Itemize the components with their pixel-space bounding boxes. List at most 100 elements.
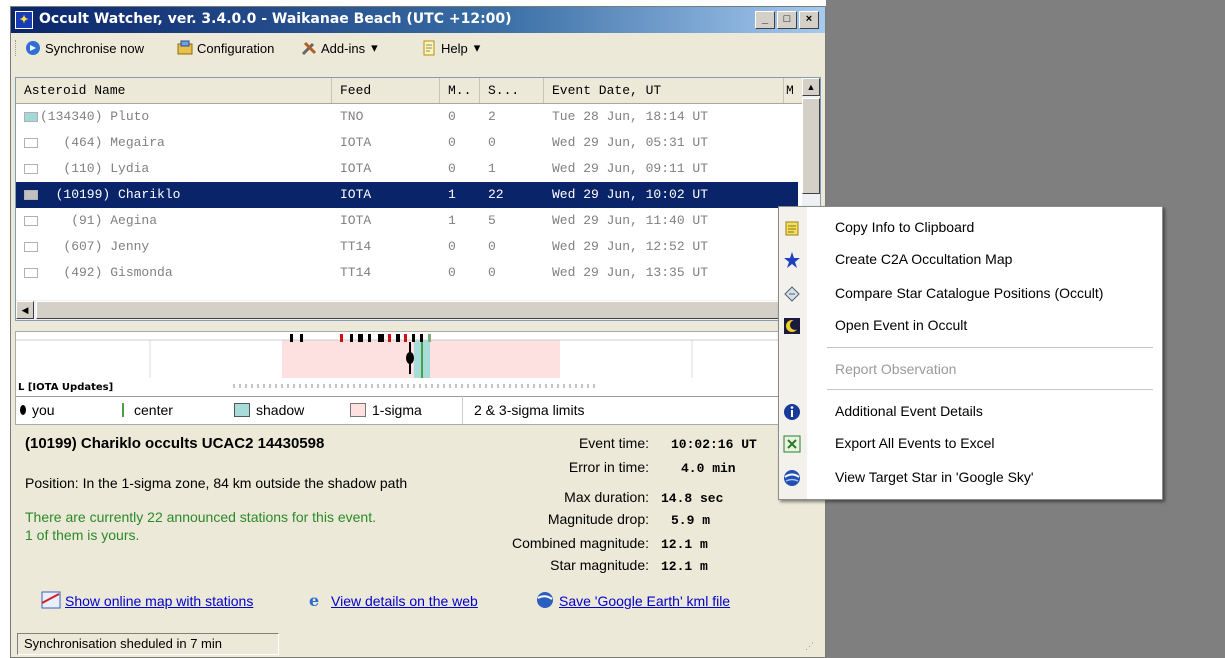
menu-google-sky[interactable]: View Target Star in 'Google Sky'	[779, 461, 1162, 493]
add-ins-button[interactable]: Add-ins ▾	[301, 38, 378, 58]
menu-compare-positions[interactable]: Compare Star Catalogue Positions (Occult…	[779, 277, 1162, 309]
status-text: Synchronisation sheduled in 7 min	[17, 633, 279, 655]
m-cell: 1	[448, 213, 456, 228]
event-info-panel: (10199) Chariklo occults UCAC2 14430598 …	[15, 427, 821, 631]
s-cell: 1	[488, 161, 496, 176]
row-marker-icon	[24, 268, 38, 278]
column-s[interactable]: S...	[480, 78, 544, 103]
asteroid-name-cell: (91) Aegina	[40, 213, 158, 228]
event-time-label: Event time:	[578, 435, 649, 451]
menu-copy-info-label: Copy Info to Clipboard	[835, 219, 975, 235]
maximize-button[interactable]: □	[777, 11, 797, 29]
web-link-icon: e	[309, 591, 319, 609]
menu-export-excel[interactable]: Export All Events to Excel	[779, 427, 1162, 459]
synchronise-button[interactable]: Synchronise now	[25, 38, 144, 58]
table-row[interactable]: (607) Jenny TT14 0 0 Wed 29 Jun, 12:52 UT	[16, 234, 798, 260]
event-date-cell: Wed 29 Jun, 10:02 UT	[552, 187, 709, 202]
feed-cell: TT14	[340, 239, 372, 254]
menu-open-in-occult-label: Open Event in Occult	[835, 317, 968, 333]
horizontal-scroll-thumb[interactable]	[36, 301, 780, 319]
asteroid-name-cell: (464) Megaira	[40, 135, 165, 150]
events-list: Asteroid Name Feed M.. S... Event Date, …	[15, 77, 821, 321]
event-date-cell: Wed 29 Jun, 13:35 UT	[552, 265, 709, 280]
menu-additional-details[interactable]: Additional Event Details	[779, 395, 1162, 427]
help-label: Help	[441, 40, 468, 56]
combined-magnitude-value: 12.1 m	[661, 537, 708, 552]
status-bar: Synchronisation sheduled in 7 min ⋰	[15, 633, 821, 657]
star-magnitude-value: 12.1 m	[661, 559, 708, 574]
info-icon	[784, 404, 800, 420]
show-map-link[interactable]: Show online map with stations	[65, 593, 253, 609]
column-asteroid-name[interactable]: Asteroid Name	[16, 78, 332, 103]
s-cell: 22	[488, 187, 504, 202]
google-sky-icon	[784, 470, 800, 486]
row-marker-icon	[24, 242, 38, 252]
vertical-scroll-thumb[interactable]	[802, 98, 820, 194]
row-marker-icon	[24, 190, 38, 200]
add-ins-label: Add-ins	[321, 40, 366, 56]
stations-text-line1: There are currently 22 announced station…	[25, 509, 376, 525]
toolbar-grip[interactable]	[15, 40, 18, 56]
row-marker-icon	[24, 216, 38, 226]
legend-center: center	[122, 402, 173, 418]
menu-copy-info[interactable]: Copy Info to Clipboard	[779, 211, 1162, 243]
title-bar[interactable]: ✦ Occult Watcher, ver. 3.4.0.0 - Waikana…	[11, 7, 825, 33]
stations-text-line2: 1 of them is yours.	[25, 527, 140, 543]
occult-icon	[784, 318, 800, 334]
shadow-legend-icon	[234, 403, 250, 417]
view-details-link[interactable]: View details on the web	[331, 593, 478, 609]
magnitude-drop-value: 5.9 m	[671, 513, 711, 528]
column-event-date[interactable]: Event Date, UT	[544, 78, 784, 103]
close-button[interactable]: ×	[799, 11, 819, 29]
legend-limit-divider	[462, 396, 463, 424]
resize-grip-icon[interactable]: ⋰	[805, 641, 817, 653]
scroll-left-icon[interactable]: ◀	[16, 301, 34, 319]
feed-cell: IOTA	[340, 135, 372, 150]
table-row[interactable]: (492) Gismonda TT14 0 0 Wed 29 Jun, 13:35 UT	[16, 260, 798, 286]
menu-create-c2a-map[interactable]: Create C2A Occultation Map	[779, 243, 1162, 275]
minimize-button[interactable]: _	[755, 11, 775, 29]
column-feed[interactable]: Feed	[332, 78, 440, 103]
you-legend-icon	[20, 405, 26, 415]
table-row[interactable]: (91) Aegina IOTA 1 5 Wed 29 Jun, 11:40 UT	[16, 208, 798, 234]
menu-compare-positions-label: Compare Star Catalogue Positions (Occult…	[835, 285, 1104, 301]
feed-cell: IOTA	[340, 187, 372, 202]
list-horizontal-scrollbar[interactable]: ◀	[16, 300, 802, 320]
scroll-up-icon[interactable]: ▲	[802, 78, 820, 96]
legend-you-label: you	[32, 402, 55, 418]
asteroid-name-cell: (10199) Chariklo	[40, 187, 181, 202]
help-dropdown-icon: ▾	[473, 40, 481, 55]
legend-limits: 2 & 3-sigma limits	[474, 402, 585, 418]
error-time-label: Error in time:	[568, 459, 649, 475]
synchronise-label: Synchronise now	[45, 40, 144, 56]
row-marker-icon	[24, 138, 38, 148]
excel-icon	[783, 435, 801, 453]
legend-sigma: 1-sigma	[350, 402, 422, 418]
save-kml-link[interactable]: Save 'Google Earth' kml file	[559, 593, 730, 609]
svg-text:e: e	[309, 591, 319, 609]
table-row[interactable]: (464) Megaira IOTA 0 0 Wed 29 Jun, 05:31 UT	[16, 130, 798, 156]
column-m[interactable]: M..	[440, 78, 480, 103]
table-row[interactable]: (110) Lydia IOTA 0 1 Wed 29 Jun, 09:11 UT	[16, 156, 798, 182]
occult-watcher-window: ✦ Occult Watcher, ver. 3.4.0.0 - Waikana…	[10, 6, 826, 658]
s-cell: 0	[488, 265, 496, 280]
configuration-button[interactable]: Configuration	[177, 38, 274, 58]
menu-additional-details-label: Additional Event Details	[835, 403, 983, 419]
clipboard-icon	[785, 221, 799, 236]
event-title: (10199) Chariklo occults UCAC2 14430598	[25, 435, 325, 452]
menu-open-in-occult[interactable]: Open Event in Occult	[779, 309, 1162, 341]
occultation-path-visual: L [IOTA Updates] you center shadow 1-sig…	[15, 331, 821, 425]
app-star-icon: ✦	[15, 11, 33, 29]
table-row[interactable]: (10199) Chariklo IOTA 1 22 Wed 29 Jun, 10:02…	[16, 182, 798, 208]
tools-icon	[301, 41, 317, 56]
event-date-cell: Tue 28 Jun, 18:14 UT	[552, 109, 709, 124]
m-cell: 0	[448, 109, 456, 124]
add-ins-dropdown-icon: ▾	[371, 40, 378, 55]
s-cell: 2	[488, 109, 496, 124]
menu-separator-1	[827, 347, 1153, 348]
help-button[interactable]: Help ▾	[421, 38, 480, 58]
compare-catalogue-icon	[784, 286, 800, 302]
column-m2[interactable]: M	[784, 78, 802, 103]
table-row[interactable]: (134340) Pluto TNO 0 2 Tue 28 Jun, 18:14 UT	[16, 104, 798, 130]
legend-center-label: center	[134, 402, 173, 418]
